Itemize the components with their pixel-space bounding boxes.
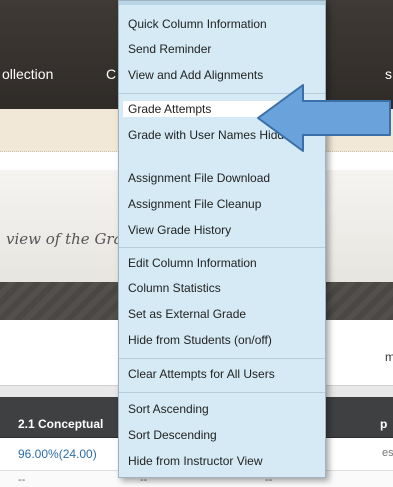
- menu-top-edge: [119, 1, 325, 5]
- menu-item-clear-attempts[interactable]: Clear Attempts for All Users: [125, 366, 319, 382]
- menu-item-column-statistics[interactable]: Column Statistics: [125, 280, 319, 296]
- menu-item-assignment-file-download[interactable]: Assignment File Download: [125, 170, 319, 186]
- grade-cell-cut: es: [382, 447, 393, 459]
- banner-title: view of the Grad: [6, 230, 133, 248]
- menu-item-view-grade-history[interactable]: View Grade History: [125, 222, 319, 238]
- nav-item-collection[interactable]: ollection: [2, 66, 53, 82]
- menu-divider: [119, 247, 325, 248]
- menu-item-quick-column-information[interactable]: Quick Column Information: [125, 16, 319, 32]
- nav-item-cut: s: [385, 66, 392, 82]
- grade-cell[interactable]: --: [18, 474, 25, 486]
- menu-item-edit-column-information[interactable]: Edit Column Information: [125, 255, 319, 271]
- menu-item-send-reminder[interactable]: Send Reminder: [125, 41, 319, 57]
- cut-text: m: [385, 350, 393, 364]
- nav-item-c[interactable]: C: [106, 66, 116, 82]
- menu-item-sort-descending[interactable]: Sort Descending: [125, 427, 319, 443]
- column-header-conceptual[interactable]: 2.1 Conceptual: [18, 417, 103, 431]
- menu-item-set-external-grade[interactable]: Set as External Grade: [125, 306, 319, 322]
- menu-item-sort-ascending[interactable]: Sort Ascending: [125, 401, 319, 417]
- menu-item-view-add-alignments[interactable]: View and Add Alignments: [125, 67, 319, 83]
- arrow-left-shape: [257, 84, 391, 152]
- column-header-cut: p: [380, 417, 388, 431]
- column-context-menu: Quick Column Information Send Reminder V…: [118, 0, 326, 478]
- menu-divider: [119, 392, 325, 393]
- menu-divider: [119, 358, 325, 359]
- arrow-left-icon: [257, 84, 391, 152]
- menu-item-hide-from-students[interactable]: Hide from Students (on/off): [125, 332, 319, 348]
- grade-cell[interactable]: 96.00%(24.00): [18, 447, 97, 461]
- menu-item-hide-from-instructor[interactable]: Hide from Instructor View: [125, 453, 319, 469]
- menu-item-assignment-file-cleanup[interactable]: Assignment File Cleanup: [125, 196, 319, 212]
